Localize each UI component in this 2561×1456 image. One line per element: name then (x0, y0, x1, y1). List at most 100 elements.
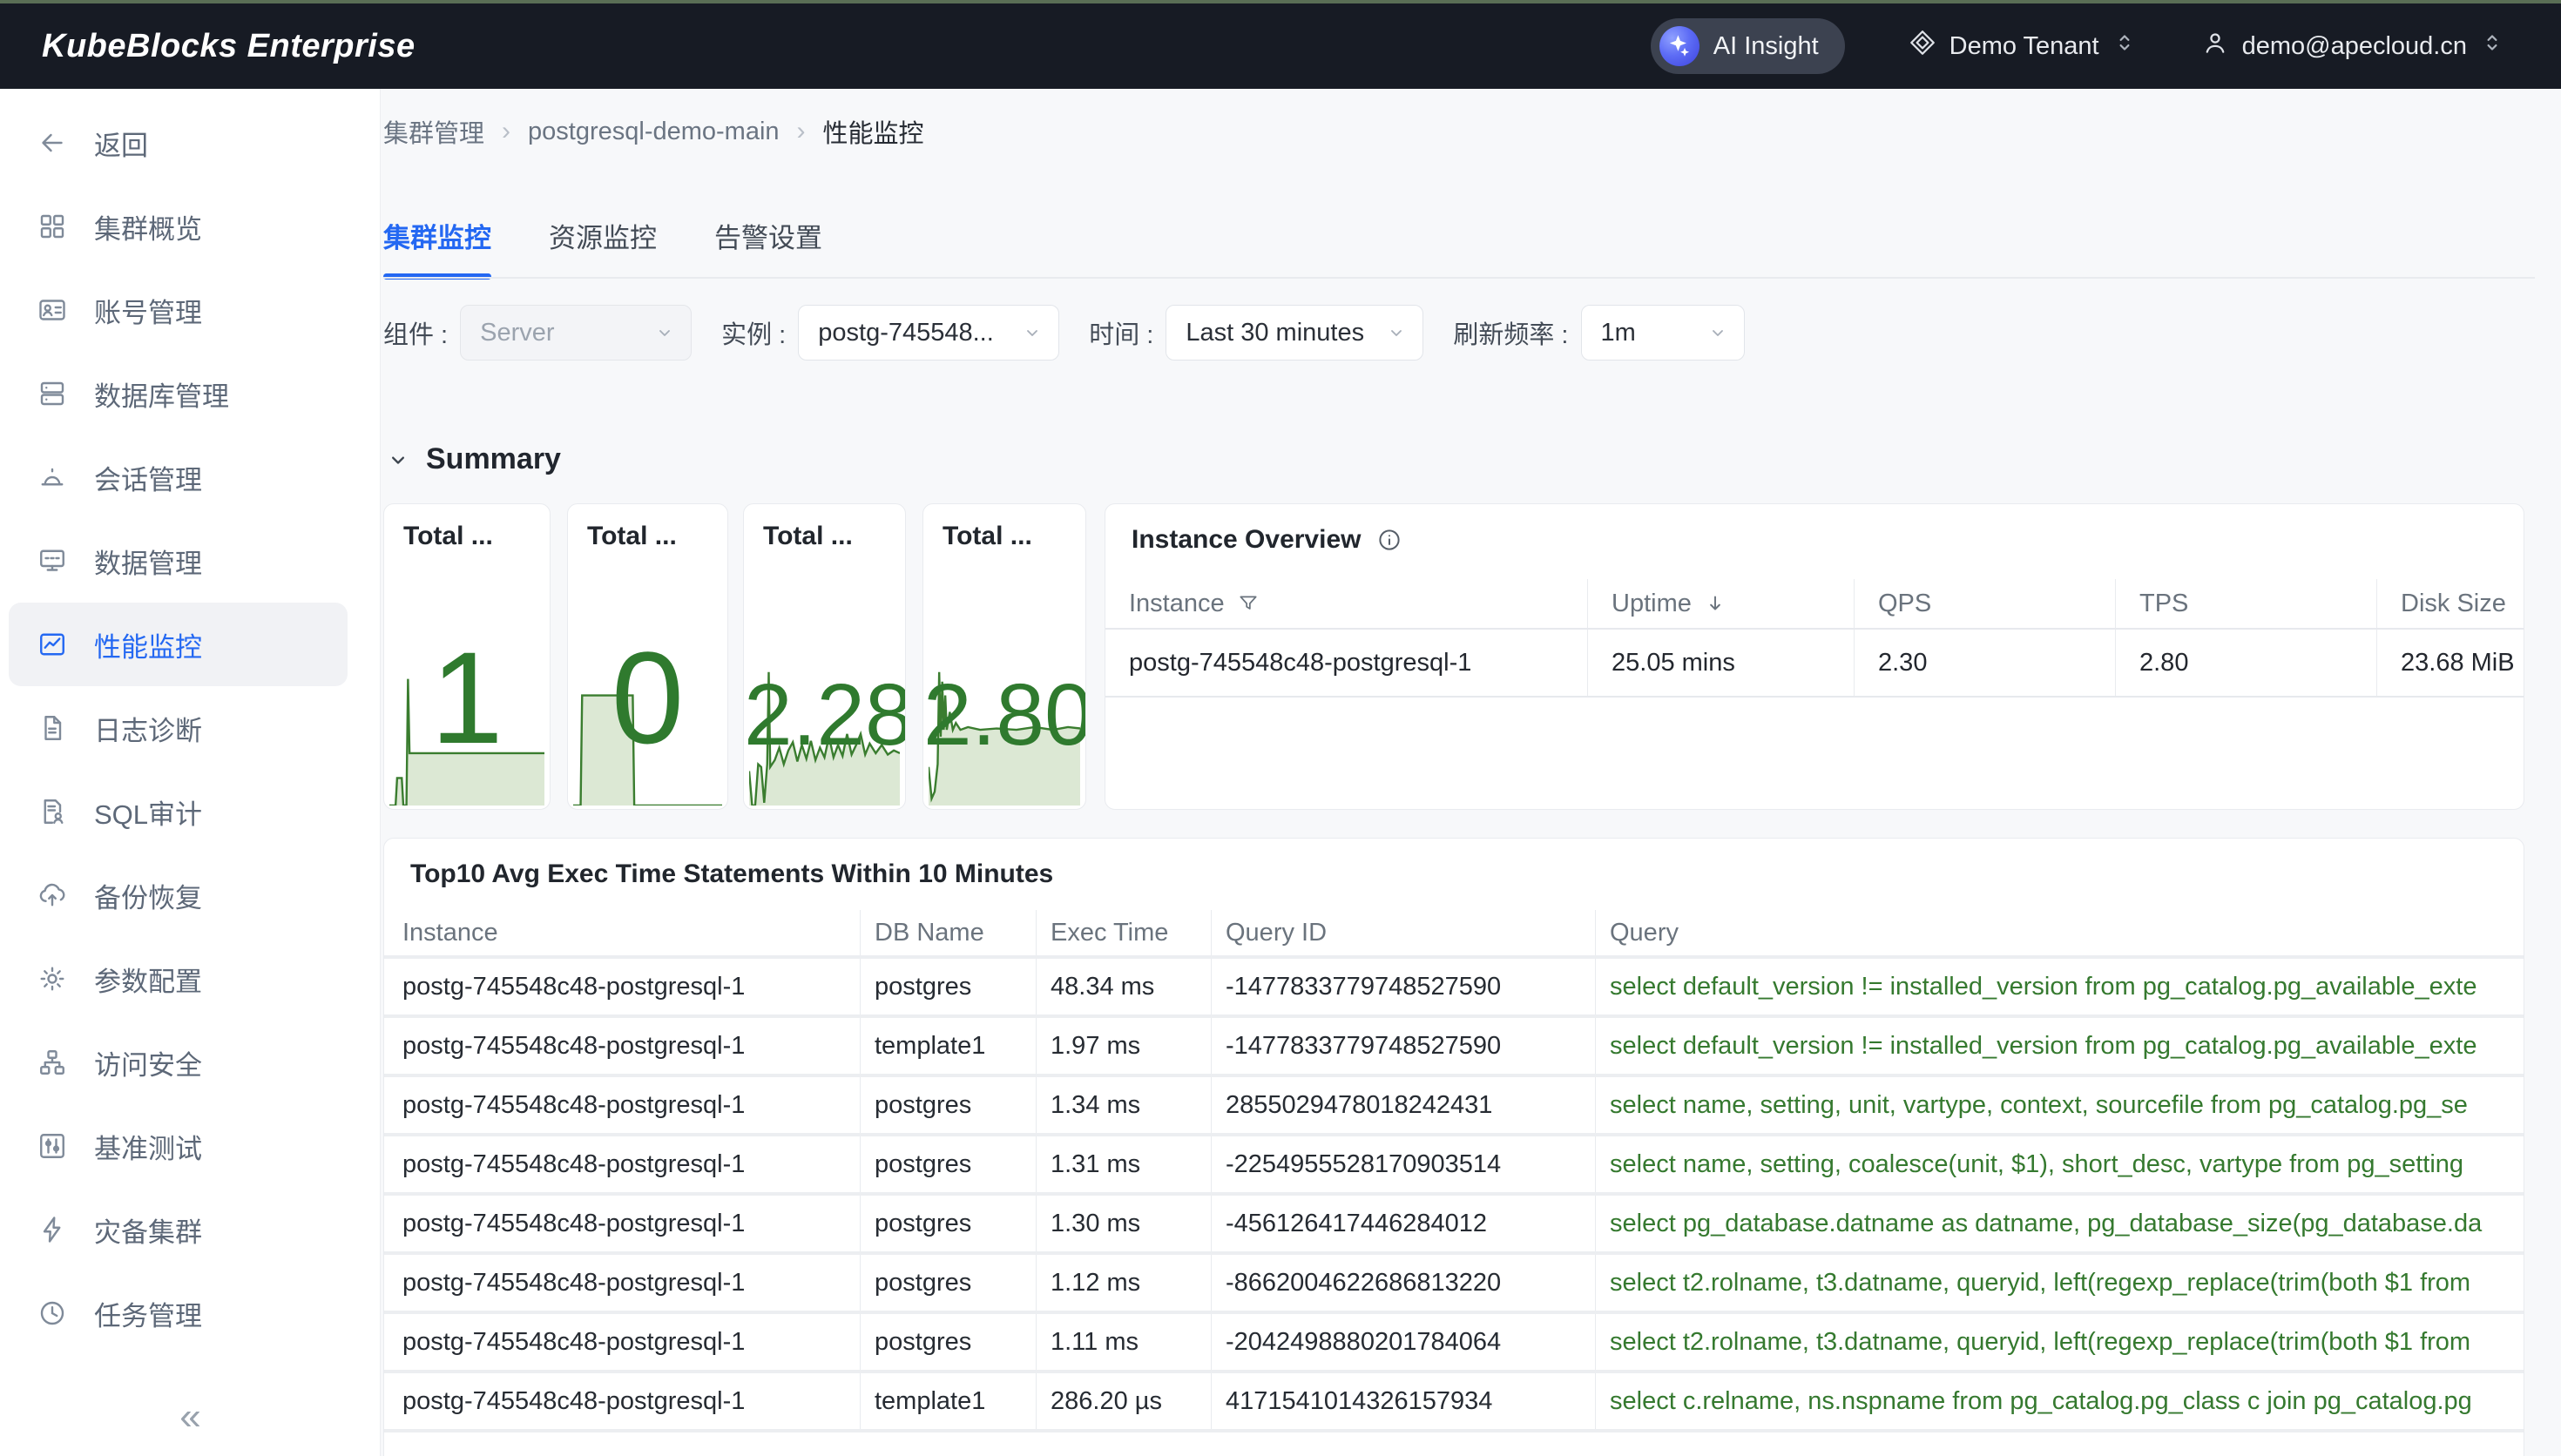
cell-instance: postg-745548c48-postgresql-1 (384, 1136, 860, 1192)
stat-card-title: Total ... (763, 522, 905, 551)
cell-instance: postg-745548c48-postgresql-1 (384, 1314, 860, 1370)
column-header-instance: Instance (384, 910, 860, 955)
cell-query-id: -8662004622686813220 (1211, 1255, 1595, 1311)
breadcrumb-separator-icon: › (797, 117, 806, 146)
stat-card: Total ... 1 (383, 503, 551, 810)
stat-card-value: 0 (568, 632, 727, 763)
refresh-rate-select[interactable]: 1m (1581, 305, 1745, 361)
cell-db-name: postgres (860, 1136, 1036, 1192)
refresh-rate-select-value: 1m (1601, 319, 1636, 347)
instance-overview-title: Instance Overview (1132, 525, 1361, 555)
tab-alert-settings[interactable]: 告警设置 (714, 216, 822, 280)
column-header-query-id: Query ID (1211, 910, 1595, 955)
cell-query-link[interactable]: select name, setting, coalesce(unit, $1)… (1595, 1136, 2524, 1192)
tab-bar-divider (383, 277, 2535, 279)
lightning-icon (37, 1214, 68, 1245)
filter-funnel-icon[interactable] (1237, 592, 1260, 615)
sidebar-item-benchmark[interactable]: 基准测试 (0, 1104, 380, 1188)
tenant-icon (1908, 28, 1937, 64)
sort-desc-arrow-icon (1704, 592, 1726, 615)
sidebar-item-cluster-overview[interactable]: 集群概览 (0, 185, 380, 268)
stat-card-title: Total ... (943, 522, 1085, 551)
cell-query-link[interactable]: select t2.rolname, t3.datname, queryid, … (1595, 1255, 2524, 1311)
time-filter-label: 时间 : (1089, 314, 1153, 351)
chevron-down-icon (654, 322, 675, 343)
cell-query-link[interactable]: select pg_database.datname as datname, p… (1595, 1196, 2524, 1251)
sidebar-item-database-management[interactable]: 数据库管理 (0, 352, 380, 435)
column-header-tps[interactable]: TPS (2115, 579, 2376, 628)
component-filter-label: 组件 : (383, 314, 448, 351)
cell-instance: postg-745548c48-postgresql-1 (384, 1077, 860, 1133)
sidebar-item-label: 参数配置 (94, 960, 202, 999)
sidebar-item-label: 访问安全 (94, 1043, 202, 1082)
sidebar-collapse-button[interactable]: « (0, 1395, 381, 1439)
tab-resource-monitoring[interactable]: 资源监控 (549, 216, 657, 280)
cell-exec-time: 1.31 ms (1036, 1136, 1211, 1192)
instance-filter-label: 实例 : (721, 314, 786, 351)
stat-card-title: Total ... (587, 522, 727, 551)
sidebar-nav: 返回 集群概览 账号管理 数据库管理 会话管理 数据管理 (0, 89, 380, 1355)
sidebar-item-disaster-recovery[interactable]: 灾备集群 (0, 1188, 380, 1271)
info-icon[interactable] (1376, 527, 1402, 553)
sidebar-item-access-security[interactable]: 访问安全 (0, 1021, 380, 1104)
cell-db-name: postgres (860, 1196, 1036, 1251)
sidebar-item-log-diagnosis[interactable]: 日志诊断 (0, 686, 380, 770)
sidebar-item-sql-audit[interactable]: SQL审计 (0, 770, 380, 853)
cell-query-link[interactable]: select t2.rolname, t3.datname, queryid, … (1595, 1314, 2524, 1370)
sliders-icon (37, 1130, 68, 1162)
sidebar-item-account-management[interactable]: 账号管理 (0, 268, 380, 352)
sidebar-item-task-management[interactable]: 任务管理 (0, 1271, 380, 1355)
cell-db-name: template1 (860, 1018, 1036, 1074)
cell-query-link[interactable]: select default_version != installed_vers… (1595, 959, 2524, 1014)
column-header-disk-size[interactable]: Disk Size (2376, 579, 2524, 628)
document-person-icon (37, 796, 68, 827)
cell-query-link[interactable]: select name, setting, unit, vartype, con… (1595, 1077, 2524, 1133)
cell-query-link[interactable]: select c.relname, ns.nspname from pg_cat… (1595, 1373, 2524, 1429)
breadcrumb-item[interactable]: postgresql-demo-main (528, 118, 780, 146)
cell-instance: postg-745548c48-postgresql-1 (384, 959, 860, 1014)
chevron-down-icon[interactable] (386, 448, 410, 472)
top10-column-headers: Instance DB Name Exec Time Query ID Quer… (384, 910, 2524, 959)
cell-exec-time: 1.30 ms (1036, 1196, 1211, 1251)
sidebar-item-backup-restore[interactable]: 备份恢复 (0, 853, 380, 937)
instance-select[interactable]: postg-745548... (798, 305, 1059, 361)
document-icon (37, 712, 68, 744)
tab-cluster-monitoring[interactable]: 集群监控 (383, 216, 491, 280)
cell-query-link[interactable]: select default_version != installed_vers… (1595, 1018, 2524, 1074)
cell-instance: postg-745548c48-postgresql-1 (384, 1018, 860, 1074)
top10-title: Top10 Avg Exec Time Statements Within 10… (410, 859, 2524, 889)
sidebar-item-performance-monitoring[interactable]: 性能监控 (9, 603, 348, 686)
column-header-uptime[interactable]: Uptime (1587, 579, 1854, 628)
sidebar-item-label: 数据库管理 (94, 374, 229, 414)
cell-query-id: 2855029478018242431 (1211, 1077, 1595, 1133)
user-menu[interactable]: demo@apecloud.cn (2200, 28, 2505, 64)
database-icon (37, 378, 68, 409)
sidebar-item-back[interactable]: 返回 (0, 101, 380, 185)
time-range-select[interactable]: Last 30 minutes (1166, 305, 1423, 361)
time-range-select-value: Last 30 minutes (1186, 319, 1364, 347)
component-select[interactable]: Server (460, 305, 692, 361)
tenant-selector[interactable]: Demo Tenant (1908, 28, 2138, 64)
cloud-upload-icon (37, 880, 68, 911)
cell-query-id: -2042498880201784064 (1211, 1314, 1595, 1370)
table-row: postg-745548c48-postgresql-1 template1 1… (384, 1018, 2524, 1077)
breadcrumb-separator-icon: › (502, 117, 510, 146)
cell-exec-time: 1.12 ms (1036, 1255, 1211, 1311)
tenant-label: Demo Tenant (1949, 32, 2099, 61)
cell-db-name: postgres (860, 959, 1036, 1014)
ai-sparkle-icon (1659, 26, 1699, 66)
column-header-qps[interactable]: QPS (1854, 579, 2115, 628)
ai-insight-button[interactable]: AI Insight (1651, 18, 1845, 74)
stat-card: Total ... 2.28 (743, 503, 906, 810)
chevron-down-icon (1386, 322, 1407, 343)
bell-icon (37, 462, 68, 493)
sidebar-item-parameter-config[interactable]: 参数配置 (0, 937, 380, 1021)
table-row: postg-745548c48-postgresql-1 postgres 1.… (384, 1196, 2524, 1255)
user-icon (2200, 28, 2230, 64)
breadcrumb-item[interactable]: 集群管理 (383, 113, 484, 150)
grid-icon (37, 211, 68, 242)
sidebar-item-data-management[interactable]: 数据管理 (0, 519, 380, 603)
cell-query-id: 4171541014326157934 (1211, 1373, 1595, 1429)
ai-insight-label: AI Insight (1713, 32, 1819, 61)
sidebar-item-session-management[interactable]: 会话管理 (0, 435, 380, 519)
